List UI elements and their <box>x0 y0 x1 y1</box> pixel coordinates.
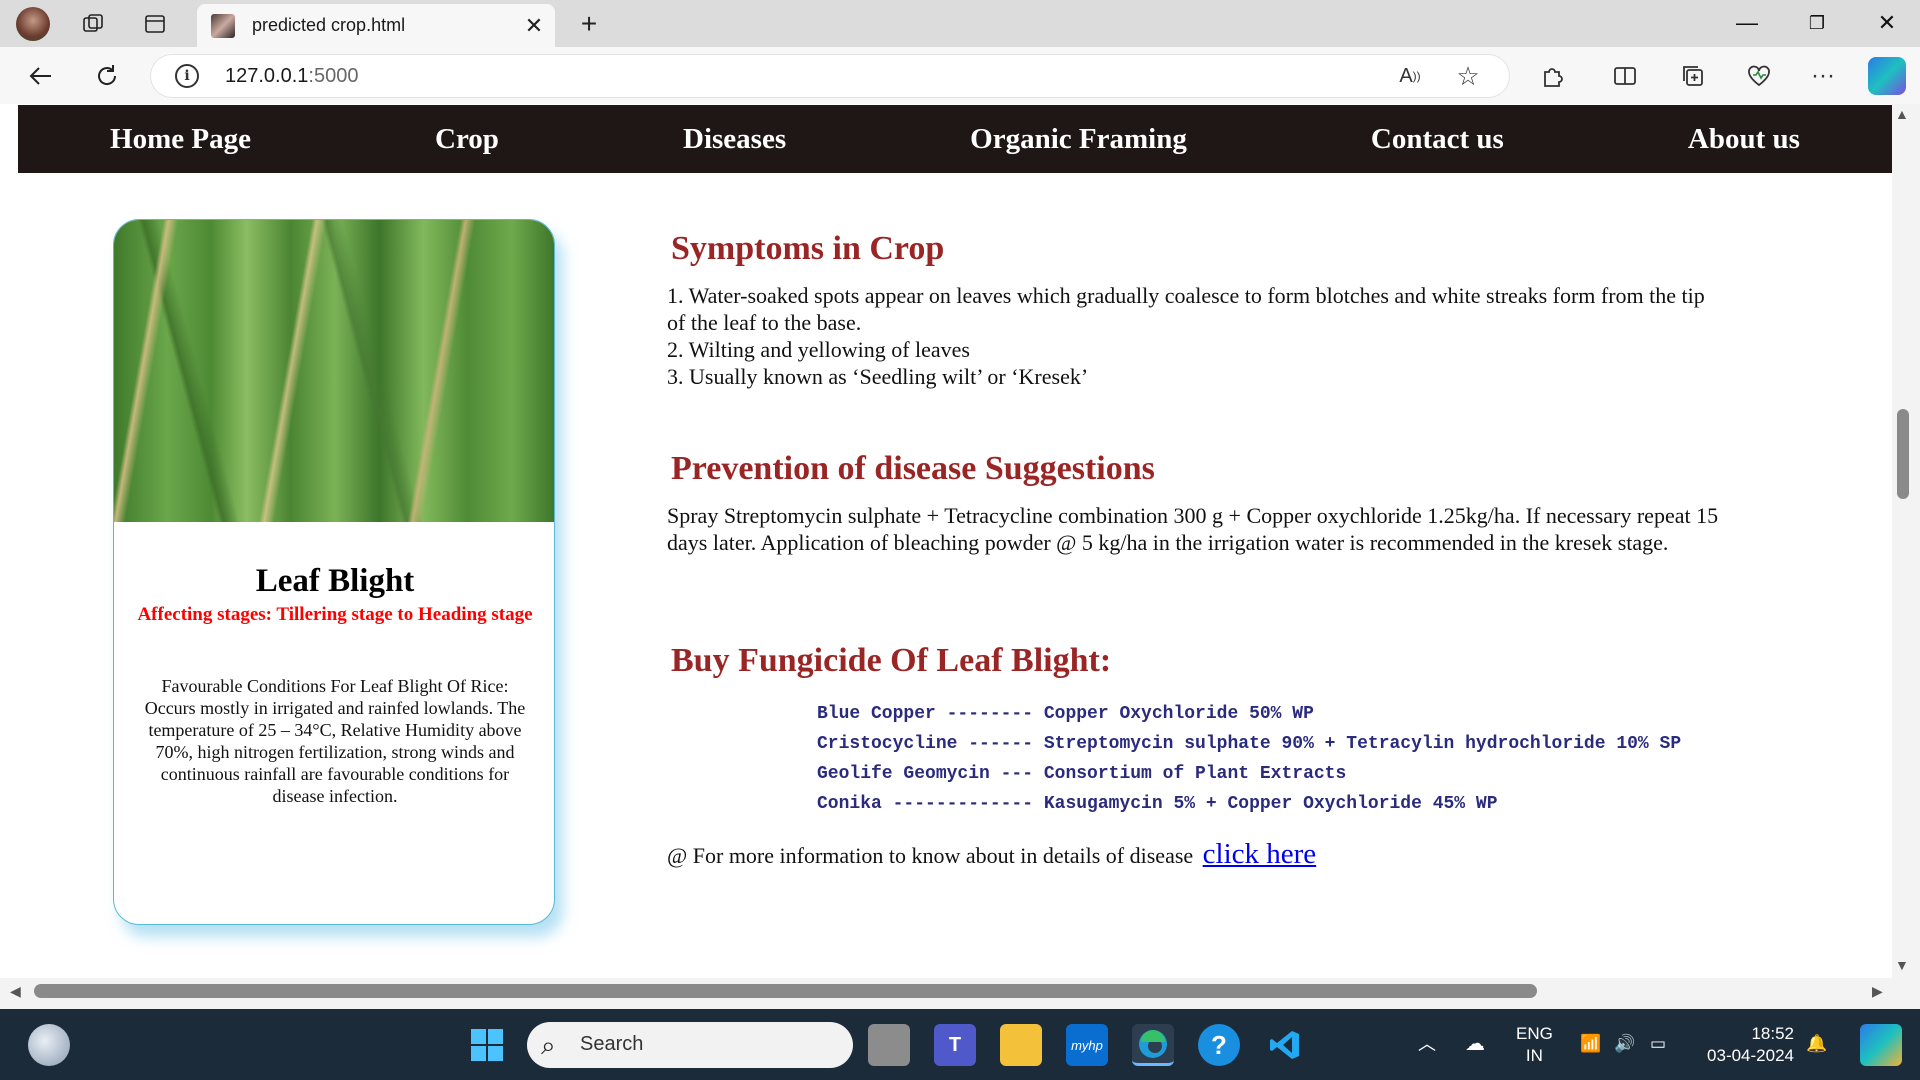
main-navbar: Home Page Crop Diseases Organic Framing … <box>18 105 1892 173</box>
clock[interactable]: 18:52 03-04-2024 <box>1698 1023 1794 1067</box>
copilot-icon[interactable] <box>1868 57 1906 95</box>
wifi-icon[interactable]: 📶 <box>1580 1033 1601 1055</box>
volume-icon[interactable]: 🔊 <box>1614 1033 1635 1055</box>
nav-organic-framing[interactable]: Organic Framing <box>970 123 1187 156</box>
notification-icon[interactable]: 🔔 <box>1806 1033 1827 1055</box>
fungicide-item: Geolife Geomycin --- Consortium of Plant… <box>817 764 1347 784</box>
vertical-scroll-thumb[interactable] <box>1897 409 1909 499</box>
info-icon[interactable]: i <box>175 64 199 88</box>
disease-card: Leaf Blight Affecting stages: Tillering … <box>113 219 555 925</box>
leaf-blight-image <box>114 220 554 522</box>
minimize-icon[interactable]: — <box>1712 6 1782 40</box>
task-view-icon[interactable] <box>868 1024 910 1066</box>
fungicide-item: Conika ------------- Kasugamycin 5% + Co… <box>817 794 1498 814</box>
symptoms-heading: Symptoms in Crop <box>671 230 945 267</box>
favourable-conditions: Favourable Conditions For Leaf Blight Of… <box>144 676 526 806</box>
scroll-down-icon[interactable]: ▼ <box>1895 957 1909 973</box>
restore-icon[interactable]: ❐ <box>1782 6 1852 40</box>
tab-favicon-icon <box>211 13 235 38</box>
refresh-icon[interactable] <box>88 57 126 95</box>
onedrive-icon[interactable]: ☁ <box>1465 1033 1485 1055</box>
symptoms-list: 1. Water-soaked spots appear on leaves w… <box>667 282 1707 390</box>
search-label: Search <box>580 1033 644 1055</box>
windows-taskbar: ⌕ Search T myhp ? ︿ ☁ ENG IN 📶 🔊 ▭ 18:52… <box>0 1009 1920 1080</box>
address-bar[interactable]: i 127.0.0.1:5000 A)) ☆ <box>150 54 1510 98</box>
vertical-scrollbar[interactable] <box>1892 104 1920 1009</box>
taskbar-search[interactable]: ⌕ Search <box>527 1022 853 1068</box>
vscode-icon[interactable] <box>1264 1024 1306 1066</box>
close-window-icon[interactable]: ✕ <box>1852 6 1920 40</box>
page-viewport: Home Page Crop Diseases Organic Framing … <box>0 104 1920 1009</box>
clock-time: 18:52 <box>1751 1024 1794 1043</box>
scroll-right-icon[interactable]: ▶ <box>1872 983 1883 1000</box>
tab-actions-icon[interactable] <box>140 9 170 39</box>
fungicide-heading: Buy Fungicide Of Leaf Blight: <box>671 642 1112 679</box>
nav-home[interactable]: Home Page <box>110 123 251 156</box>
language-code: ENG <box>1516 1024 1553 1043</box>
split-screen-icon[interactable] <box>1608 59 1642 93</box>
nav-contact-us[interactable]: Contact us <box>1371 123 1504 156</box>
teams-icon[interactable]: T <box>934 1024 976 1066</box>
browser-essentials-icon[interactable] <box>1742 59 1776 93</box>
symptom-item: 3. Usually known as ‘Seedling wilt’ or ‘… <box>667 364 1089 389</box>
more-info: @ For more information to know about in … <box>667 838 1316 871</box>
url-port: :5000 <box>308 65 359 87</box>
language-indicator[interactable]: ENG IN <box>1516 1023 1553 1067</box>
symptom-item: 2. Wilting and yellowing of leaves <box>667 337 970 362</box>
profile-avatar[interactable] <box>16 7 50 41</box>
help-icon[interactable]: ? <box>1198 1024 1240 1066</box>
url-text[interactable]: 127.0.0.1:5000 <box>225 65 358 88</box>
browser-toolbar: i 127.0.0.1:5000 A)) ☆ ··· <box>0 47 1920 104</box>
workspaces-icon[interactable] <box>78 9 108 39</box>
nav-diseases[interactable]: Diseases <box>683 123 786 156</box>
favorite-star-icon[interactable]: ☆ <box>1451 59 1485 93</box>
disease-title: Leaf Blight <box>255 563 415 599</box>
search-icon: ⌕ <box>541 1030 556 1060</box>
show-hidden-icons[interactable]: ︿ <box>1418 1033 1436 1055</box>
more-info-text: @ For more information to know about in … <box>667 843 1194 868</box>
more-icon[interactable]: ··· <box>1806 59 1840 93</box>
read-aloud-icon[interactable]: A)) <box>1393 59 1427 93</box>
region-code: IN <box>1525 1046 1543 1065</box>
myhp-icon[interactable]: myhp <box>1066 1024 1108 1066</box>
start-icon[interactable] <box>466 1024 508 1066</box>
extensions-icon[interactable] <box>1536 59 1570 93</box>
battery-icon[interactable]: ▭ <box>1650 1033 1666 1055</box>
prevention-heading: Prevention of disease Suggestions <box>671 450 1155 487</box>
close-tab-icon[interactable]: ✕ <box>519 13 549 39</box>
edge-icon[interactable] <box>1132 1024 1174 1066</box>
nav-about-us[interactable]: About us <box>1688 123 1800 156</box>
scroll-left-icon[interactable]: ◀ <box>10 983 21 1000</box>
tab-title: predicted crop.html <box>252 15 406 35</box>
weather-widget-icon[interactable] <box>28 1024 70 1066</box>
horizontal-scroll-thumb[interactable] <box>34 984 1537 998</box>
nav-crop[interactable]: Crop <box>435 123 499 156</box>
active-tab[interactable]: predicted crop.html ✕ <box>197 4 555 47</box>
click-here-link[interactable]: click here <box>1203 838 1317 870</box>
url-host: 127.0.0.1 <box>225 65 309 87</box>
file-explorer-icon[interactable] <box>1000 1024 1042 1066</box>
fungicide-item: Blue Copper -------- Copper Oxychloride … <box>817 704 1314 724</box>
prevention-text: Spray Streptomycin sulphate + Tetracycli… <box>667 503 1719 555</box>
affecting-stages: Affecting stages: Tillering stage to Hea… <box>137 604 533 625</box>
browser-titlebar: predicted crop.html ✕ + — ❐ ✕ <box>0 0 1920 47</box>
new-tab-icon[interactable]: + <box>574 8 604 39</box>
copilot-taskbar-icon[interactable] <box>1860 1024 1902 1066</box>
symptom-item: 1. Water-soaked spots appear on leaves w… <box>667 283 1705 335</box>
collections-icon[interactable] <box>1676 59 1710 93</box>
back-icon[interactable] <box>22 57 60 95</box>
clock-date: 03-04-2024 <box>1707 1046 1794 1065</box>
fungicide-item: Cristocycline ------ Streptomycin sulpha… <box>817 734 1682 754</box>
scroll-up-icon[interactable]: ▲ <box>1895 106 1909 122</box>
